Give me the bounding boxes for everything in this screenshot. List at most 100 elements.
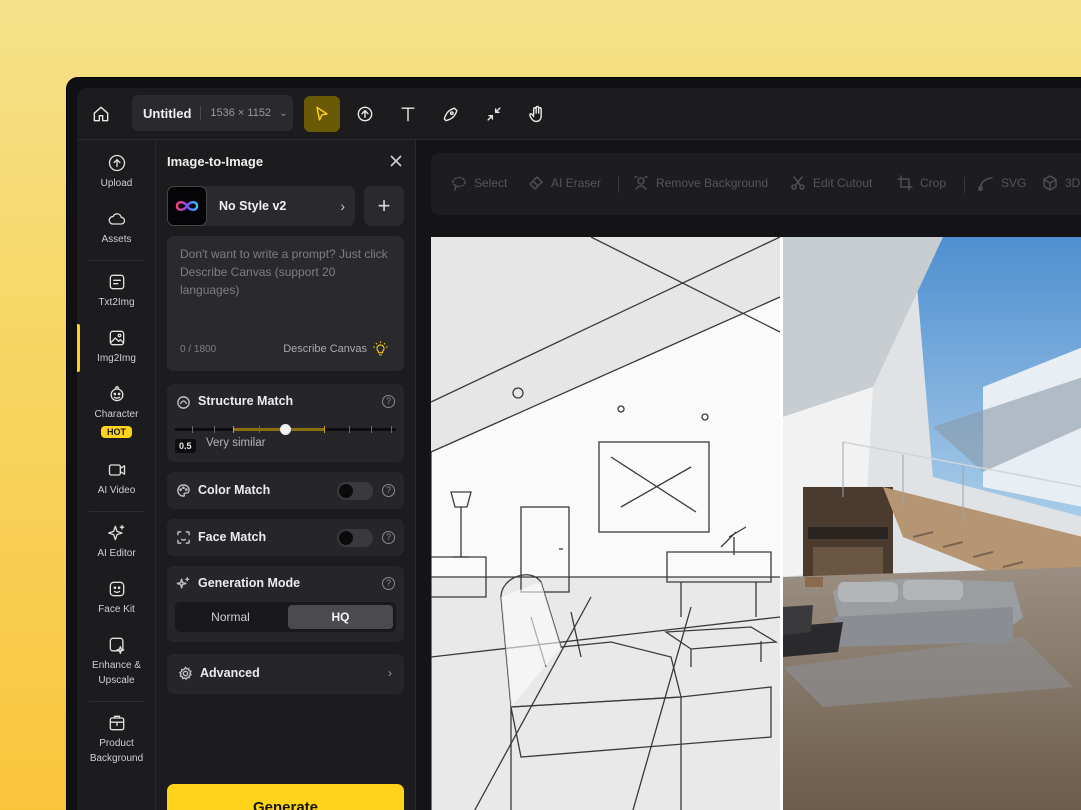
structure-slider[interactable] [175, 424, 396, 435]
rail-label: Product Background [89, 738, 144, 764]
help-icon[interactable]: ? [382, 577, 395, 590]
slider-tick [349, 426, 350, 433]
rail-item-enhance-upscale[interactable]: Enhance & Upscale [77, 635, 156, 688]
mode-normal-option[interactable]: Normal [178, 605, 283, 629]
character-icon [110, 385, 123, 402]
rail-label: AI Editor [97, 548, 136, 559]
panel-title: Image-to-Image [167, 154, 264, 169]
lasso-icon [452, 176, 466, 191]
color-match-label: Color Match [198, 483, 271, 497]
upload-icon [108, 154, 125, 172]
img2img-panel: Image-to-Image No Style v2 › + Don't wan… [156, 140, 416, 810]
svg-curve-icon [978, 177, 993, 191]
rail-item-img2img[interactable]: Img2Img [77, 328, 156, 366]
prompt-input[interactable]: Don't want to write a prompt? Just click… [167, 236, 404, 371]
generation-mode-card: Generation Mode ? Normal HQ [167, 566, 404, 642]
help-icon[interactable]: ? [382, 484, 395, 497]
structure-match-card: Structure Match ? 0.5 Very similar [167, 384, 404, 462]
collapse-icon[interactable] [476, 96, 512, 132]
rail-item-face-kit[interactable]: Face Kit [77, 579, 156, 617]
slider-tick [214, 426, 215, 433]
palette-icon [176, 483, 191, 498]
pen-icon[interactable] [433, 96, 469, 132]
tool-3d[interactable]: 3D [1042, 175, 1080, 191]
slider-tick [371, 426, 372, 433]
add-style-button[interactable]: + [364, 186, 404, 226]
compare-divider[interactable] [780, 237, 783, 810]
img2img-icon [109, 330, 124, 346]
chevron-right-icon: › [340, 198, 345, 214]
slider-tick [259, 426, 260, 433]
text-icon[interactable] [390, 96, 426, 132]
home-icon[interactable] [83, 96, 119, 132]
rail-item-upload[interactable]: Upload [77, 153, 156, 191]
generate-button[interactable]: Generate [167, 784, 404, 810]
color-match-toggle[interactable] [337, 482, 373, 500]
canvas-image[interactable] [431, 237, 1081, 810]
upload-icon[interactable] [347, 96, 383, 132]
color-match-card: Color Match ? [167, 472, 404, 509]
sparkles-icon [176, 576, 191, 591]
rail-label: Enhance & Upscale [92, 660, 141, 686]
tool-remove-background-label: Remove Background [656, 176, 769, 190]
infinity-icon [175, 201, 199, 211]
slider-tick [233, 426, 234, 433]
rail-item-character[interactable]: Character HOT [77, 384, 156, 440]
document-size: 1536 × 1152 [210, 107, 272, 119]
remove-bg-icon [634, 176, 648, 190]
document-selector[interactable]: Untitled 1536 × 1152 ⌄ [132, 95, 293, 131]
hot-badge: HOT [101, 426, 132, 438]
slider-thumb[interactable] [280, 424, 291, 435]
mode-hq-option[interactable]: HQ [288, 605, 393, 629]
divider [618, 177, 619, 193]
generation-mode-selector: Normal HQ [175, 602, 396, 632]
face-scan-icon [176, 530, 191, 545]
select-arrow-icon[interactable] [304, 96, 340, 132]
canvas-area: Select AI Eraser Remove Background Edit … [416, 140, 1081, 810]
style-selector[interactable]: No Style v2 › [167, 186, 355, 226]
product-icon [109, 715, 124, 731]
hand-icon[interactable] [519, 96, 555, 132]
close-icon[interactable] [389, 154, 403, 168]
divider [89, 260, 144, 261]
advanced-section[interactable]: Advanced › [167, 654, 404, 694]
rail-item-assets[interactable]: Assets [77, 209, 156, 247]
cloud-icon [108, 213, 125, 225]
tool-svg-label: SVG [1001, 176, 1027, 190]
rail-label: Txt2Img [98, 297, 135, 308]
divider [200, 106, 202, 120]
prompt-char-count: 0 / 1800 [180, 344, 217, 355]
face-match-card: Face Match ? [167, 519, 404, 556]
divider [89, 511, 144, 512]
tool-crop[interactable]: Crop [897, 175, 946, 191]
photo-rendering [783, 237, 1081, 810]
tool-ai-eraser[interactable]: AI Eraser [528, 175, 601, 191]
scissors-icon [791, 176, 805, 190]
rail-item-ai-video[interactable]: AI Video [77, 460, 156, 498]
tool-select-label: Select [474, 176, 508, 190]
rail-label: Character [94, 409, 139, 420]
generation-mode-label: Generation Mode [198, 576, 301, 590]
tool-remove-background[interactable]: Remove Background [633, 175, 768, 191]
divider [964, 177, 965, 193]
help-icon[interactable]: ? [382, 531, 395, 544]
slider-fill [233, 428, 324, 431]
rail-label: Img2Img [97, 353, 136, 364]
structure-icon [176, 395, 191, 410]
rail-item-txt2img[interactable]: Txt2Img [77, 272, 156, 310]
rail-item-product-background[interactable]: Product Background [77, 713, 156, 766]
tool-edit-cutout[interactable]: Edit Cutout [790, 175, 872, 191]
face-match-toggle[interactable] [337, 529, 373, 547]
rail-item-ai-editor[interactable]: AI Editor [77, 523, 156, 561]
slider-value: 0.5 [175, 439, 196, 453]
help-icon[interactable]: ? [382, 395, 395, 408]
tool-svg[interactable]: SVG [978, 175, 1026, 191]
canvas-toolstrip: Select AI Eraser Remove Background Edit … [431, 153, 1081, 215]
eraser-icon [529, 176, 543, 190]
slider-tick [324, 426, 325, 433]
face-kit-icon [109, 581, 124, 597]
gear-icon [178, 666, 193, 681]
describe-canvas-button[interactable]: Describe Canvas [283, 340, 389, 357]
tool-select[interactable]: Select [451, 175, 507, 191]
describe-canvas-label: Describe Canvas [283, 342, 367, 355]
